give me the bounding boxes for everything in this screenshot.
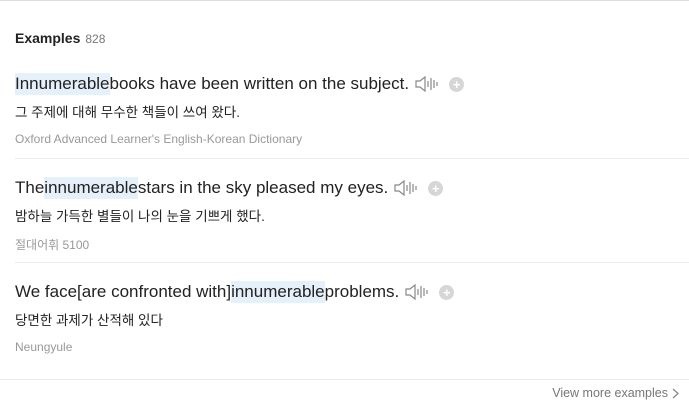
speaker-icon[interactable] xyxy=(405,283,429,301)
example-source: Oxford Advanced Learner's English-Korean… xyxy=(15,132,303,146)
example-translation: 당면한 과제가 산적해 있다 xyxy=(15,313,163,328)
example-source: 절대어휘 5100 xyxy=(15,238,90,252)
examples-count: 828 xyxy=(85,32,106,46)
example-source: Neungyule xyxy=(15,340,73,354)
example-sentence: We face[are confronted with] innumerable… xyxy=(15,281,689,303)
speaker-icon[interactable] xyxy=(415,75,439,93)
sentence-text: problems. xyxy=(324,282,400,301)
highlighted-word: innumerable xyxy=(231,281,325,303)
sentence-text: The xyxy=(15,178,45,197)
examples-header: Examples 828 xyxy=(15,30,105,46)
sentence-text: We face[are confronted with] xyxy=(15,282,232,301)
example-translation: 밤하늘 가득한 별들이 나의 눈을 기쁘게 했다. xyxy=(15,209,265,224)
example-sentence: Innumerable books have been written on t… xyxy=(15,73,689,95)
examples-title: Examples xyxy=(15,30,81,46)
top-divider xyxy=(0,0,689,1)
highlighted-word: innumerable xyxy=(44,177,138,199)
view-more-label: View more examples xyxy=(552,386,668,400)
sentence-text: stars in the sky pleased my eyes. xyxy=(137,178,389,197)
add-to-wordbook-icon[interactable]: + xyxy=(428,180,444,196)
example-item: We face[are confronted with] innumerable… xyxy=(15,281,689,354)
example-translation: 그 주제에 대해 무수한 책들이 쓰여 왔다. xyxy=(15,105,240,120)
speaker-icon[interactable] xyxy=(394,179,418,197)
sentence-text: books have been written on the subject. xyxy=(109,74,410,93)
view-more-examples-link[interactable]: View more examples xyxy=(552,386,679,400)
add-to-wordbook-icon[interactable]: + xyxy=(439,284,455,300)
highlighted-word: Innumerable xyxy=(15,73,110,95)
add-to-wordbook-icon[interactable]: + xyxy=(449,76,465,92)
footer-divider xyxy=(0,379,689,380)
item-divider xyxy=(15,262,689,263)
example-sentence: The innumerable stars in the sky pleased… xyxy=(15,177,689,199)
chevron-right-icon xyxy=(672,388,679,398)
item-divider xyxy=(15,158,689,159)
example-item: Innumerable books have been written on t… xyxy=(15,73,689,159)
example-item: The innumerable stars in the sky pleased… xyxy=(15,177,689,263)
